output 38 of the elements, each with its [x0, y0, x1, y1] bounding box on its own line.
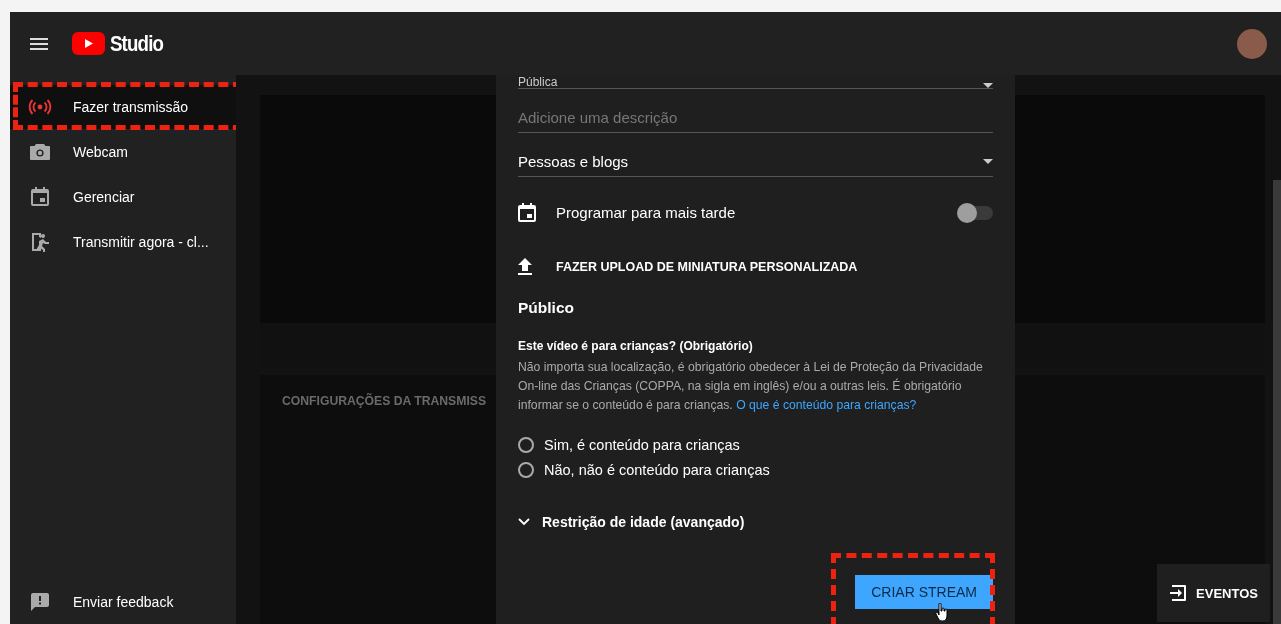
question-text: Este vídeo é para crianças? (Obrigatório) — [518, 339, 754, 353]
sidebar-item[interactable]: Transmitir agora - cl... — [10, 219, 236, 264]
calendar-icon — [518, 203, 536, 222]
logo-text: Studio — [110, 30, 164, 57]
category-dropdown[interactable]: Pessoas e blogs — [518, 147, 993, 177]
visibility-dropdown[interactable]: Pública — [518, 75, 993, 89]
running-exit-icon — [30, 231, 50, 252]
help-link[interactable]: O que é conteúdo para crianças? — [736, 398, 917, 412]
avatar[interactable] — [1237, 28, 1267, 59]
radio-label[interactable]: Não, não é conteúdo para crianças — [544, 462, 770, 478]
age-restriction-toggle[interactable]: Restrição de idade (avançado) — [518, 514, 993, 530]
exit-arrow-icon — [1169, 584, 1188, 602]
events-button[interactable]: EVENTOS — [1157, 564, 1270, 622]
calendar-icon — [31, 187, 49, 206]
radio-label[interactable]: Sim, é conteúdo para crianças — [544, 437, 740, 453]
sidebar-item[interactable]: Webcam — [10, 129, 236, 174]
sidebar-item[interactable]: Enviar feedback — [10, 580, 236, 624]
description-field[interactable]: Adicione uma descrição — [518, 103, 993, 133]
chevron-icon — [518, 518, 530, 526]
schedule-toggle[interactable] — [959, 205, 993, 220]
broadcast-icon — [28, 99, 52, 115]
camera-icon — [30, 143, 50, 160]
radio-button[interactable] — [518, 437, 534, 453]
hand-cursor-icon — [935, 603, 949, 621]
feedback-icon — [31, 593, 49, 611]
scrollbar[interactable] — [1273, 180, 1281, 624]
section-heading: CONFIGURAÇÕES DA TRANSMISS — [282, 394, 487, 408]
menu-icon[interactable] — [30, 37, 48, 50]
play-logo-icon — [72, 32, 105, 55]
upload-thumbnail-link[interactable]: FAZER UPLOAD DE MINIATURA PERSONALIZADA — [556, 259, 858, 274]
create-stream-button[interactable]: CRIAR STREAM — [855, 575, 993, 609]
sidebar-item[interactable]: Gerenciar — [10, 174, 236, 219]
section-title: Público — [518, 299, 575, 317]
explanation-text: Não importa sua localização, é obrigatório obedecer à Lei de Proteção da Privacidade On-line das Crianças (COPPA, na sigla em inglês) e/ou a outras leis. É obrigatório informar se o conteúdo é para crianças. O que é conteúdo para crianças? — [518, 359, 984, 414]
upload-icon — [518, 258, 532, 275]
sidebar-item[interactable]: Fazer transmissão — [10, 85, 236, 129]
schedule-label: Programar para mais tarde — [556, 204, 736, 221]
radio-button[interactable] — [518, 462, 534, 478]
